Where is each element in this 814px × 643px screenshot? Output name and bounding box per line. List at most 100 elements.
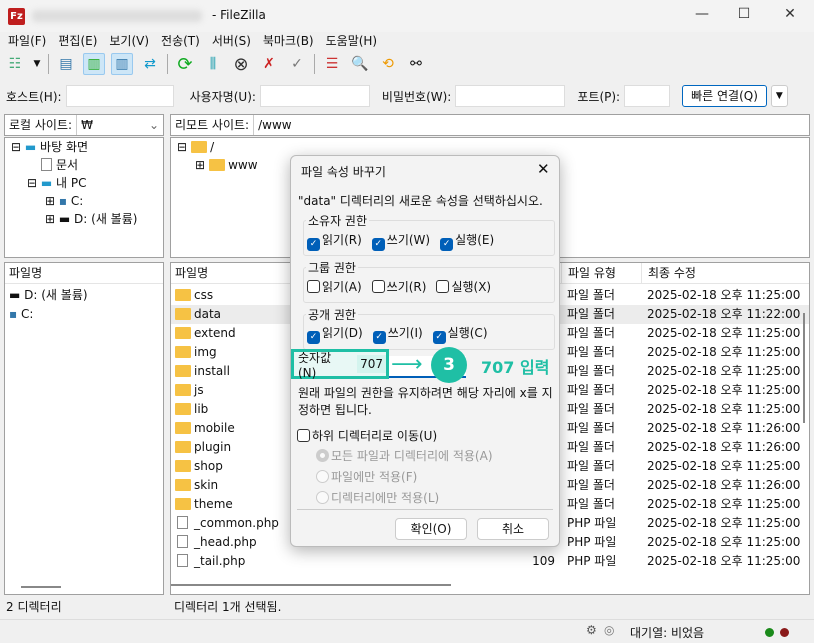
- maximize-button[interactable]: ☐: [724, 6, 764, 22]
- change-permissions-dialog: 파일 속성 바꾸기 ✕ "data" 디렉터리의 새로운 속성을 선택하십시오.…: [290, 155, 560, 547]
- separator: [167, 54, 168, 74]
- apply-files-radio[interactable]: 파일에만 적용(F): [316, 468, 417, 485]
- sync-browse-icon[interactable]: ⟲: [377, 53, 399, 75]
- message-log-icon[interactable]: ▤: [55, 53, 77, 75]
- status-bar: ⚙ ◎ 대기열: 비었음: [0, 619, 814, 643]
- cancel-icon[interactable]: ⊗: [230, 53, 252, 75]
- tree-item-my-pc[interactable]: ⊟ ▬ 내 PC: [5, 174, 163, 192]
- folder-icon: [175, 498, 191, 510]
- numeric-input[interactable]: 707: [357, 355, 386, 373]
- search-icon[interactable]: 🔍: [349, 53, 371, 75]
- local-path-input[interactable]: ₩: [77, 118, 149, 132]
- file-icon: [177, 554, 188, 567]
- reconnect-icon[interactable]: ✓: [286, 53, 308, 75]
- filter-icon[interactable]: ⫼: [202, 53, 224, 75]
- tree-item-desktop[interactable]: ⊟ ▬ 바탕 화면: [5, 138, 163, 156]
- owner-write-checkbox[interactable]: ✓ 쓰기(W): [371, 231, 430, 251]
- menu-bookmarks[interactable]: 북마크(B): [255, 32, 318, 50]
- file-modified-cell: 2025-02-18 오후 11:25:00: [647, 383, 801, 397]
- tree-item-c[interactable]: ⊞ ▪ C:: [5, 192, 163, 210]
- site-manager-icon[interactable]: ☷: [4, 53, 26, 75]
- minimize-button[interactable]: —: [682, 6, 722, 22]
- transfer-queue-icon[interactable]: ⇄: [139, 53, 161, 75]
- file-modified-cell: 2025-02-18 오후 11:26:00: [647, 478, 801, 492]
- menu-help[interactable]: 도움말(H): [318, 32, 382, 50]
- quickconnect-button[interactable]: 빠른 연결(Q): [682, 85, 767, 107]
- download-led-icon: [780, 628, 789, 637]
- host-input[interactable]: [65, 85, 174, 107]
- horizontal-scrollbar[interactable]: [21, 586, 61, 588]
- local-tree: ⊟ ▬ 바탕 화면 문서 ⊟ ▬ 내 PC ⊞ ▪ C: ⊞ ▬ D: (새 볼…: [4, 137, 164, 258]
- toolbar: ☷ ▼ ▤ ▥ ▥ ⇄ ⟳ ⫼ ⊗ ✗ ✓ ☰ 🔍 ⟲ ⚯: [4, 52, 427, 76]
- title-bar: Fz - FileZilla — ☐ ✕: [0, 0, 814, 32]
- group-exec-checkbox[interactable]: 실행(X): [436, 278, 491, 295]
- menu-file[interactable]: 파일(F): [0, 32, 50, 50]
- recurse-checkbox[interactable]: 하위 디렉터리로 이동(U): [297, 427, 437, 444]
- tree-item-documents[interactable]: 문서: [5, 156, 163, 174]
- tree-item-d[interactable]: ⊞ ▬ D: (새 볼륨): [5, 210, 163, 228]
- menu-transfer[interactable]: 전송(T): [153, 32, 204, 50]
- refresh-icon[interactable]: ⟳: [174, 53, 196, 75]
- port-input[interactable]: [624, 85, 671, 107]
- local-tree-icon[interactable]: ▥: [83, 53, 105, 75]
- file-modified-cell: 2025-02-18 오후 11:22:00: [647, 307, 801, 321]
- col-header-name[interactable]: 파일명: [5, 263, 163, 284]
- disconnect-icon[interactable]: ✗: [258, 53, 280, 75]
- blurred-account: [32, 10, 202, 22]
- public-exec-checkbox[interactable]: ✓ 실행(C): [432, 324, 488, 344]
- remote-path-input[interactable]: /www: [254, 118, 292, 132]
- menu-server[interactable]: 서버(S): [204, 32, 255, 50]
- remote-site-label: 리모트 사이트:: [171, 115, 255, 135]
- file-modified-cell: 2025-02-18 오후 11:25:00: [647, 497, 801, 511]
- folder-icon: [175, 384, 191, 396]
- file-modified-cell: 2025-02-18 오후 11:25:00: [647, 554, 801, 568]
- dropdown-icon[interactable]: ▼: [32, 53, 42, 75]
- numeric-highlight: 숫자값(N) 707: [291, 349, 389, 380]
- apply-all-radio[interactable]: 모든 파일과 디렉터리에 적용(A): [316, 447, 493, 464]
- menu-view[interactable]: 보기(V): [101, 32, 153, 50]
- owner-read-checkbox[interactable]: ✓ 읽기(R): [307, 231, 362, 251]
- local-site-bar: 로컬 사이트: ₩ ⌄: [4, 114, 164, 136]
- apply-dirs-radio[interactable]: 디렉터리에만 적용(L): [316, 489, 439, 506]
- vertical-scrollbar[interactable]: [803, 313, 805, 423]
- menu-edit[interactable]: 편집(E): [50, 32, 101, 50]
- group-read-checkbox[interactable]: 읽기(A): [307, 278, 362, 295]
- col-header-modified[interactable]: 최종 수정: [641, 263, 696, 283]
- tree-item-root[interactable]: ⊟ /: [171, 138, 809, 156]
- list-item[interactable]: ▪ C:: [5, 305, 163, 324]
- file-type-cell: 파일 폴더: [567, 345, 615, 359]
- cancel-button[interactable]: 취소: [477, 518, 549, 540]
- public-write-checkbox[interactable]: ✓ 쓰기(I): [372, 324, 423, 344]
- dialog-close-button[interactable]: ✕: [537, 160, 550, 178]
- horizontal-scrollbar[interactable]: [171, 584, 451, 586]
- file-modified-cell: 2025-02-18 오후 11:25:00: [647, 345, 801, 359]
- file-type-cell: 파일 폴더: [567, 383, 615, 397]
- file-type-cell: 파일 폴더: [567, 288, 615, 302]
- local-site-label: 로컬 사이트:: [5, 115, 78, 135]
- file-type-cell: 파일 폴더: [567, 478, 615, 492]
- list-item[interactable]: ▬ D: (새 볼륨): [5, 286, 163, 305]
- close-button[interactable]: ✕: [770, 6, 810, 22]
- col-header-type[interactable]: 파일 유형: [561, 263, 641, 283]
- directory-compare-icon[interactable]: ☰: [321, 53, 343, 75]
- local-file-list: 파일명 ▬ D: (새 볼륨) ▪ C:: [4, 262, 164, 595]
- chevron-down-icon[interactable]: ⌄: [149, 118, 163, 132]
- binoculars-icon[interactable]: ⚯: [405, 53, 427, 75]
- remote-tree-icon[interactable]: ▥: [111, 53, 133, 75]
- file-type-cell: 파일 폴더: [567, 497, 615, 511]
- public-read-checkbox[interactable]: ✓ 읽기(D): [307, 324, 363, 344]
- file-type-cell: PHP 파일: [567, 554, 617, 568]
- owner-exec-checkbox[interactable]: ✓ 실행(E): [440, 231, 494, 251]
- ok-button[interactable]: 확인(O): [395, 518, 467, 540]
- group-write-checkbox[interactable]: 쓰기(R): [371, 278, 426, 295]
- username-input[interactable]: [259, 85, 370, 107]
- speed-limit-icon[interactable]: ◎: [604, 623, 614, 637]
- group-title: 그룹 권한: [306, 259, 358, 276]
- folder-icon: [175, 479, 191, 491]
- password-input[interactable]: [455, 85, 566, 107]
- username-label: 사용자명(U):: [189, 89, 256, 104]
- file-type-cell: PHP 파일: [567, 516, 617, 530]
- quickconnect-dropdown-icon[interactable]: ▼: [770, 85, 788, 107]
- file-type-cell: 파일 폴더: [567, 326, 615, 340]
- table-row[interactable]: _tail.php 109 PHP 파일 2025-02-18 오후 11:25:00: [171, 552, 809, 571]
